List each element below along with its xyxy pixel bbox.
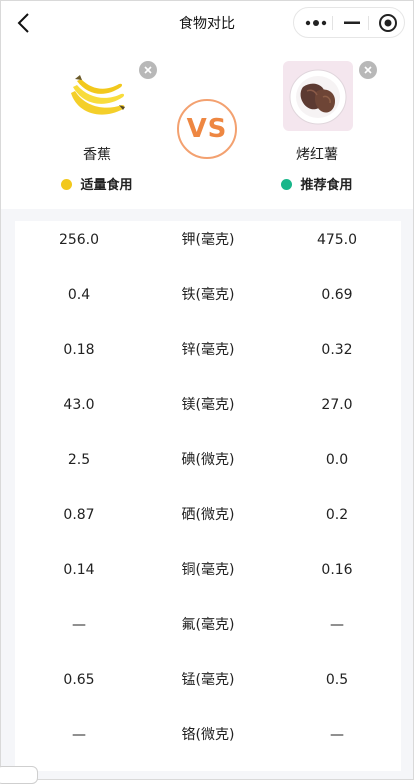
- table-row: 0.18 锌(毫克) 0.32: [15, 335, 401, 390]
- status-dot-yellow: [61, 179, 73, 190]
- nutrient-label: 铬(微克): [181, 727, 235, 743]
- nutrient-label: 硒(微克): [181, 507, 235, 523]
- food-comparison-header: 香蕉 适量食用 VS 烤红薯 推荐食用: [1, 45, 413, 209]
- right-value: 0.69: [321, 287, 353, 303]
- table-row: — 铬(微克) —: [15, 720, 401, 775]
- table-row: 0.14 铜(毫克) 0.16: [15, 555, 401, 610]
- recommendation-left-label: 适量食用: [80, 178, 133, 193]
- nutrient-label: 镁(毫克): [181, 397, 235, 413]
- more-button[interactable]: [297, 8, 334, 37]
- status-dot-green: [281, 179, 293, 190]
- left-value: —: [72, 617, 86, 633]
- left-value: 2.5: [67, 452, 91, 468]
- table-row: 256.0 钾(毫克) 475.0: [15, 225, 401, 280]
- recommendation-right-label: 推荐食用: [300, 178, 353, 193]
- table-row: 2.5 碘(微克) 0.0: [15, 445, 401, 500]
- more-dots-icon: [305, 19, 326, 26]
- nutrient-label: 锰(毫克): [181, 672, 235, 688]
- left-value: 0.18: [63, 342, 95, 358]
- food-card-left: 香蕉 适量食用: [37, 61, 157, 211]
- minus-icon: [343, 21, 360, 24]
- food-card-right: 烤红薯 推荐食用: [257, 61, 377, 211]
- close-miniprogram-button[interactable]: [369, 8, 406, 37]
- left-value: 43.0: [63, 397, 95, 413]
- remove-food-right-button[interactable]: [359, 61, 377, 79]
- recommendation-left: 适量食用: [37, 174, 157, 193]
- table-row: 0.87 硒(微克) 0.2: [15, 500, 401, 555]
- left-value: 0.14: [63, 562, 95, 578]
- left-value: 0.87: [63, 507, 95, 523]
- left-value: 0.65: [63, 672, 95, 688]
- recommendation-right: 推荐食用: [257, 174, 377, 193]
- right-value: 0.32: [321, 342, 353, 358]
- food-name-left: 香蕉: [83, 147, 111, 163]
- table-row: 0.65 锰(毫克) 0.5: [15, 665, 401, 720]
- nutrient-label: 铁(毫克): [181, 287, 235, 303]
- close-icon: [144, 66, 152, 74]
- right-value: 0.5: [325, 672, 349, 688]
- right-value: 27.0: [321, 397, 353, 413]
- left-value: 256.0: [58, 232, 100, 248]
- left-value: 0.4: [67, 287, 91, 303]
- table-row: — 氟(毫克) —: [15, 610, 401, 665]
- nutrient-label: 碘(微克): [181, 452, 235, 468]
- comparison-section: 256.0 钾(毫克) 475.0 0.4 铁(毫克) 0.69 0.18 锌(…: [1, 209, 413, 779]
- vs-label: VS: [186, 114, 228, 144]
- right-value: 0.2: [325, 507, 349, 523]
- right-value: —: [330, 727, 344, 743]
- table-row: 0.4 铁(毫克) 0.69: [15, 280, 401, 335]
- nutrient-label: 钾(毫克): [181, 232, 235, 248]
- target-circle-icon: [378, 13, 397, 32]
- roasted-sweet-potato-icon: [283, 61, 353, 131]
- app-window: 食物对比 香蕉 适量食用 VS 烤红薯 推荐食用 256.0 钾(毫克) 475…: [0, 0, 414, 780]
- nutrient-label: 氟(毫克): [181, 617, 235, 633]
- nutrient-comparison-table: 256.0 钾(毫克) 475.0 0.4 铁(毫克) 0.69 0.18 锌(…: [15, 221, 401, 771]
- close-icon: [364, 66, 372, 74]
- mini-program-capsule: [293, 7, 405, 38]
- nutrient-label: 锌(毫克): [181, 342, 235, 358]
- table-row: 43.0 镁(毫克) 27.0: [15, 390, 401, 445]
- vs-badge: VS: [177, 99, 237, 159]
- navigation-bar: 食物对比: [1, 1, 413, 45]
- nutrient-label: 铜(毫克): [181, 562, 235, 578]
- window-corner-tab: [0, 766, 38, 784]
- right-value: 475.0: [316, 232, 358, 248]
- right-value: 0.16: [321, 562, 353, 578]
- remove-food-left-button[interactable]: [139, 61, 157, 79]
- right-value: —: [330, 617, 344, 633]
- right-value: 0.0: [325, 452, 349, 468]
- food-name-right: 烤红薯: [296, 147, 338, 163]
- minimize-button[interactable]: [333, 8, 370, 37]
- left-value: —: [72, 727, 86, 743]
- banana-icon: [63, 61, 133, 131]
